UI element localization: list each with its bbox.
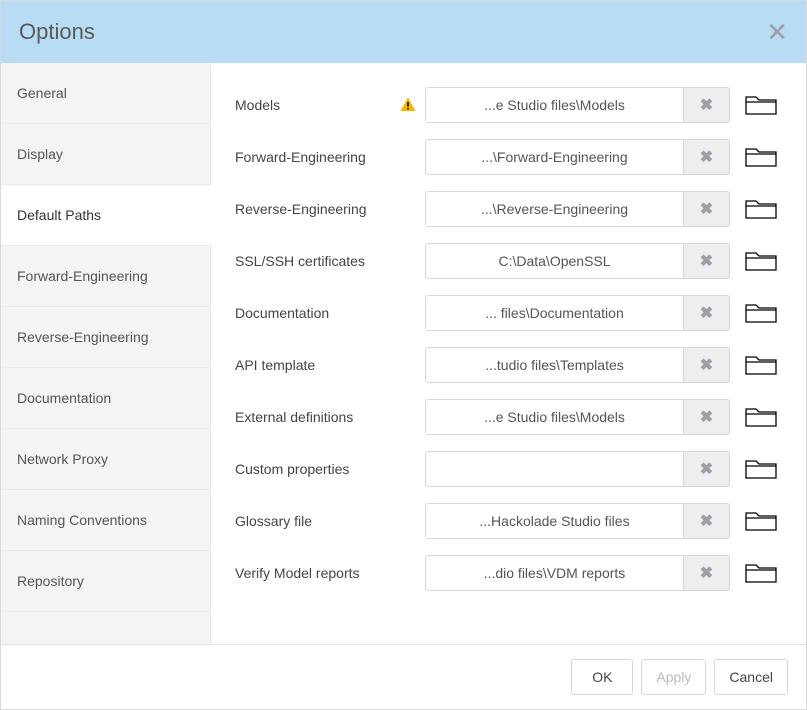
sidebar: GeneralDisplayDefault PathsForward-Engin… [1, 63, 211, 644]
path-row: Reverse-Engineering ✖ [235, 191, 782, 227]
row-label-text: Glossary file [235, 513, 312, 529]
folder-icon[interactable] [740, 140, 782, 174]
path-row: External definitions ✖ [235, 399, 782, 435]
path-row: API template ✖ [235, 347, 782, 383]
row-label-text: Custom properties [235, 461, 349, 477]
path-row: Forward-Engineering ✖ [235, 139, 782, 175]
folder-icon[interactable] [740, 556, 782, 590]
folder-icon[interactable] [740, 88, 782, 122]
path-row: Custom properties ✖ [235, 451, 782, 487]
row-label: Glossary file [235, 513, 425, 529]
input-group: ✖ [425, 191, 730, 227]
input-group: ✖ [425, 555, 730, 591]
dialog-footer: OK Apply Cancel [1, 644, 806, 709]
path-input[interactable] [425, 555, 684, 591]
input-group: ✖ [425, 347, 730, 383]
input-group: ✖ [425, 139, 730, 175]
clear-icon[interactable]: ✖ [684, 243, 730, 279]
input-group: ✖ [425, 295, 730, 331]
dialog-title: Options [19, 19, 95, 45]
sidebar-item-repository[interactable]: Repository [1, 551, 210, 612]
folder-icon[interactable] [740, 192, 782, 226]
row-label: External definitions [235, 409, 425, 425]
folder-icon[interactable] [740, 504, 782, 538]
path-input[interactable] [425, 139, 684, 175]
input-group: ✖ [425, 243, 730, 279]
clear-icon[interactable]: ✖ [684, 451, 730, 487]
sidebar-item-default-paths[interactable]: Default Paths [1, 185, 211, 246]
row-label-text: Verify Model reports [235, 565, 360, 581]
path-input[interactable] [425, 503, 684, 539]
row-label: Verify Model reports [235, 565, 425, 581]
sidebar-item-naming-conventions[interactable]: Naming Conventions [1, 490, 210, 551]
path-row: Glossary file ✖ [235, 503, 782, 539]
path-input[interactable] [425, 87, 684, 123]
folder-icon[interactable] [740, 400, 782, 434]
row-label-text: SSL/SSH certificates [235, 253, 365, 269]
path-row: Models ✖ [235, 87, 782, 123]
row-label: SSL/SSH certificates [235, 253, 425, 269]
content-panel: Models✖Forward-Engineering✖Reverse-Engin… [211, 63, 806, 644]
clear-icon[interactable]: ✖ [684, 139, 730, 175]
folder-icon[interactable] [740, 348, 782, 382]
input-group: ✖ [425, 399, 730, 435]
input-group: ✖ [425, 451, 730, 487]
folder-icon[interactable] [740, 296, 782, 330]
path-input[interactable] [425, 451, 684, 487]
row-label: Reverse-Engineering [235, 201, 425, 217]
path-input[interactable] [425, 399, 684, 435]
input-group: ✖ [425, 503, 730, 539]
clear-icon[interactable]: ✖ [684, 347, 730, 383]
close-icon[interactable]: ✕ [766, 19, 788, 45]
row-label: Documentation [235, 305, 425, 321]
sidebar-item-forward-engineering[interactable]: Forward-Engineering [1, 246, 210, 307]
clear-icon[interactable]: ✖ [684, 555, 730, 591]
sidebar-item-general[interactable]: General [1, 63, 210, 124]
input-group: ✖ [425, 87, 730, 123]
row-label: Custom properties [235, 461, 425, 477]
row-label: Models [235, 96, 425, 114]
path-row: SSL/SSH certificates ✖ [235, 243, 782, 279]
title-bar: Options ✕ [1, 1, 806, 63]
sidebar-item-documentation[interactable]: Documentation [1, 368, 210, 429]
ok-button[interactable]: OK [571, 659, 633, 695]
path-input[interactable] [425, 295, 684, 331]
folder-icon[interactable] [740, 244, 782, 278]
clear-icon[interactable]: ✖ [684, 399, 730, 435]
clear-icon[interactable]: ✖ [684, 503, 730, 539]
clear-icon[interactable]: ✖ [684, 191, 730, 227]
row-label: API template [235, 357, 425, 373]
path-input[interactable] [425, 347, 684, 383]
row-label: Forward-Engineering [235, 149, 425, 165]
cancel-button[interactable]: Cancel [714, 659, 788, 695]
apply-button[interactable]: Apply [641, 659, 706, 695]
path-input[interactable] [425, 191, 684, 227]
row-label-text: External definitions [235, 409, 353, 425]
row-label-text: Forward-Engineering [235, 149, 366, 165]
sidebar-item-reverse-engineering[interactable]: Reverse-Engineering [1, 307, 210, 368]
sidebar-item-network-proxy[interactable]: Network Proxy [1, 429, 210, 490]
row-label-text: API template [235, 357, 315, 373]
row-label-text: Reverse-Engineering [235, 201, 367, 217]
warning-icon [399, 96, 417, 114]
dialog-body: GeneralDisplayDefault PathsForward-Engin… [1, 63, 806, 644]
clear-icon[interactable]: ✖ [684, 295, 730, 331]
row-label-text: Documentation [235, 305, 329, 321]
path-row: Verify Model reports ✖ [235, 555, 782, 591]
row-label-text: Models [235, 97, 280, 113]
folder-icon[interactable] [740, 452, 782, 486]
sidebar-item-display[interactable]: Display [1, 124, 210, 185]
path-row: Documentation ✖ [235, 295, 782, 331]
clear-icon[interactable]: ✖ [684, 87, 730, 123]
path-input[interactable] [425, 243, 684, 279]
